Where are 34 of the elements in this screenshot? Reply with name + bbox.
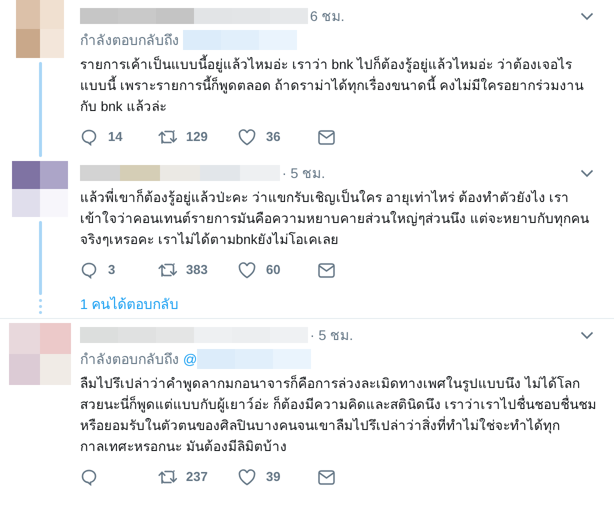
like-count: 36 xyxy=(266,128,280,146)
chevron-icon[interactable] xyxy=(580,330,594,340)
retweet-icon[interactable] xyxy=(158,262,178,278)
mail-icon[interactable] xyxy=(318,130,335,144)
tweet-text: ลืมไปรึเปล่าว่าคำพูดลากมกอนาจารก็คือการล่วงละเมิดทางเพศในรูปแบบนึง ไม่ได้โลกสวยนะนี่ก็พูดแต่แบบกับผู้เยาว์อ่ะ ก็ต้องมีความคิดและสตินิดนึง เราว่าเราไปชื่นชอบชื่นชมหรือยอมรับในตัวตนของศิลปินบางคนจนเขาลืมไปรึเปล่าว่าสิ่งที่ทำไม่ใช่จะทำได้ทุกกาลเทศะหรอกนะ มันต้องมีลิมิตบ้าง xyxy=(80,374,598,456)
heart-icon[interactable] xyxy=(238,262,256,278)
reply-count: 14 xyxy=(108,128,122,146)
like-count: 60 xyxy=(266,261,280,280)
chevron-icon[interactable] xyxy=(580,168,594,178)
show-replies-link[interactable]: 1 คนได้ตอบกลับ xyxy=(80,290,604,318)
reply-icon[interactable] xyxy=(80,261,98,279)
tweet-text: แล้วพี่เขาก็ต้องรู้อยู่แล้วป่ะคะ ว่าแขกรับเชิญเป็นใคร อายุเท่าไหร่ ต้องทำตัวยังไง เราเข้าใจว่าคอนเทนต์รายการมันคือความหยาบคายส่วนใหญ่ๆส่วนนึง แต่จะหยาบกับทุกคนจริงๆเหรอคะ เราไม่ได้ตามbnkยังไม่โอเคเลย xyxy=(80,187,590,249)
retweet-icon[interactable] xyxy=(158,129,178,145)
tweet-text: รายการเค้าเป็นแบบนี้อยู่แล้วไหมอ่ะ เราว่า bnk ไปก็ต้องรู้อยู่แล้วไหมอ่ะ ว่าต้องเจอไรแบบนี้ เพราะรายการนี้ก็พูดตลอด ถ้าดราม่าได้ทุกเรื่องขนาดนี้ คงไม่มีใครอยากร่วมงานกับ bnk แล้วล่ะ xyxy=(80,54,604,117)
tweet-time[interactable]: · 5 ชม. xyxy=(310,324,354,346)
reply-icon[interactable] xyxy=(80,128,98,146)
avatar[interactable] xyxy=(12,161,68,217)
retweet-icon[interactable] xyxy=(158,469,178,485)
tweet-time[interactable]: 6 ชม. xyxy=(310,6,345,26)
retweet-count: 129 xyxy=(186,128,208,146)
tweet-time[interactable]: · 5 ชม. xyxy=(282,162,326,184)
reply-icon[interactable] xyxy=(80,468,98,486)
mail-icon[interactable] xyxy=(318,262,335,278)
handle-prefix[interactable]: @ xyxy=(183,348,198,370)
retweet-count: 383 xyxy=(186,261,208,280)
like-count: 39 xyxy=(266,468,280,486)
retweet-count: 237 xyxy=(186,468,208,486)
replying-to-label: กำลังตอบกลับถึง xyxy=(80,30,179,50)
heart-icon[interactable] xyxy=(238,468,256,486)
mail-icon[interactable] xyxy=(318,470,335,484)
heart-icon[interactable] xyxy=(238,128,256,146)
replying-to-label: กำลังตอบกลับถึง xyxy=(80,350,179,368)
chevron-icon[interactable] xyxy=(580,12,594,20)
reply-count: 3 xyxy=(108,261,116,280)
